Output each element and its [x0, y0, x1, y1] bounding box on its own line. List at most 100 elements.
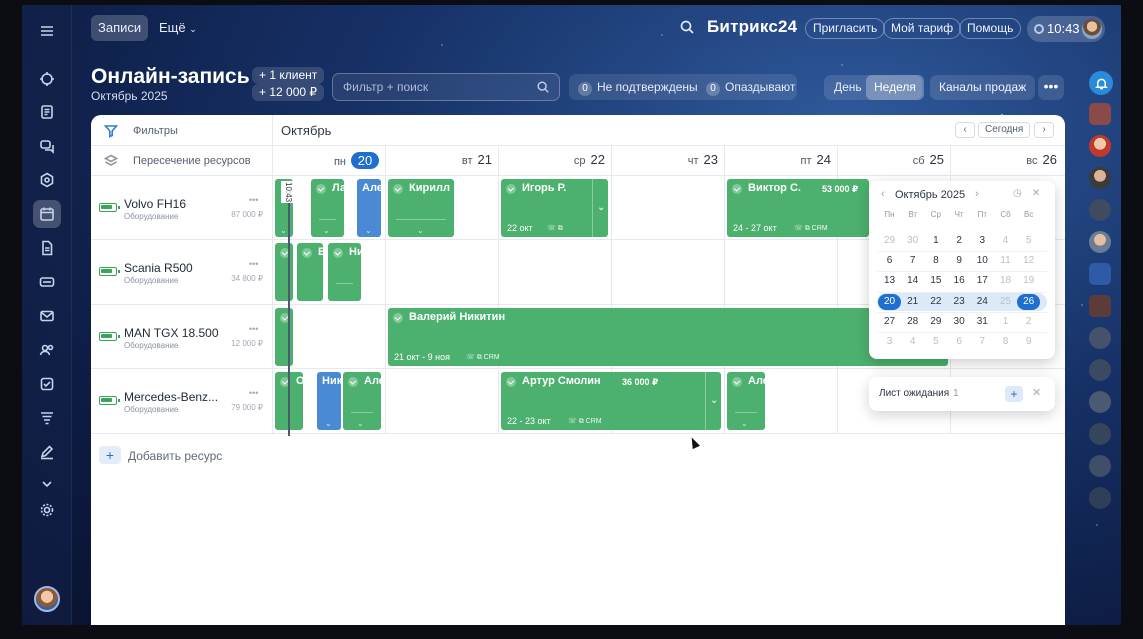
- calendar-day[interactable]: 2: [1017, 314, 1040, 330]
- chat-avatar[interactable]: [1089, 455, 1111, 477]
- more-options-button[interactable]: •••: [1038, 75, 1064, 100]
- booking-card[interactable]: Але ⌄: [357, 179, 381, 237]
- calendar-day[interactable]: 13: [878, 273, 901, 289]
- calendar-day[interactable]: 7: [971, 334, 994, 350]
- resource-menu-icon[interactable]: •••: [249, 324, 258, 334]
- feed-icon[interactable]: [33, 98, 61, 126]
- close-icon[interactable]: ✕: [1032, 188, 1040, 199]
- view-day-button[interactable]: День: [826, 75, 870, 100]
- waiting-list[interactable]: Лист ожидания 1 + ✕: [869, 377, 1055, 411]
- search-input[interactable]: Фильтр + поиск: [332, 73, 560, 101]
- filter-icon[interactable]: [103, 124, 119, 138]
- calendar-day[interactable]: 5: [1017, 233, 1040, 249]
- menu-icon[interactable]: [33, 17, 61, 45]
- calendar-day[interactable]: 28: [901, 314, 924, 330]
- booking-card[interactable]: Але ⌄: [343, 372, 381, 430]
- contacts-icon[interactable]: [33, 336, 61, 364]
- calendar-day[interactable]: 1: [924, 233, 947, 249]
- calendar-day[interactable]: 20: [878, 293, 901, 310]
- late-filter[interactable]: 0 Опаздывают: [706, 80, 795, 96]
- calendar-day[interactable]: 12: [1017, 253, 1040, 269]
- filters-label[interactable]: Фильтры: [133, 125, 178, 137]
- expand-button[interactable]: [705, 372, 721, 430]
- day-header[interactable]: сб 25: [837, 152, 950, 167]
- booking-card[interactable]: Кирилл ⌄: [388, 179, 454, 237]
- settings-icon[interactable]: [33, 496, 61, 524]
- calendar-day[interactable]: 2: [948, 233, 971, 249]
- booking-card[interactable]: [275, 308, 293, 366]
- calendar-day[interactable]: 23: [948, 294, 971, 310]
- calendar-day[interactable]: 25: [994, 294, 1017, 310]
- sales-channels-button[interactable]: Каналы продаж: [930, 75, 1036, 100]
- layers-icon[interactable]: [103, 154, 119, 168]
- day-header[interactable]: пн 20: [272, 152, 385, 169]
- waiting-list-add-button[interactable]: +: [1005, 386, 1023, 402]
- chevron-down-icon[interactable]: [33, 470, 61, 498]
- search-icon[interactable]: [679, 19, 697, 37]
- chat-avatar[interactable]: [1089, 263, 1111, 285]
- resource-menu-icon[interactable]: •••: [249, 388, 258, 398]
- unconfirmed-filter[interactable]: 0 Не подтверждены: [578, 80, 698, 96]
- calendar-day[interactable]: 3: [971, 233, 994, 249]
- calendar-day[interactable]: 18: [994, 273, 1017, 289]
- calendar-day[interactable]: 22: [924, 294, 947, 310]
- expand-button[interactable]: [592, 179, 608, 237]
- tasks-icon[interactable]: [33, 370, 61, 398]
- calendar-day[interactable]: 30: [948, 314, 971, 330]
- add-resource-button[interactable]: +: [99, 446, 121, 464]
- chevron-right-icon[interactable]: ›: [975, 188, 979, 200]
- day-header[interactable]: пт 24: [724, 152, 837, 167]
- bell-icon[interactable]: [1089, 71, 1113, 95]
- calendar-day[interactable]: 10: [971, 253, 994, 269]
- chat-avatar[interactable]: [1089, 167, 1111, 189]
- calendar-booking-icon[interactable]: [33, 200, 61, 228]
- user-avatar[interactable]: [34, 586, 60, 612]
- chat-avatar[interactable]: [1089, 327, 1111, 349]
- booking-card[interactable]: [275, 243, 293, 301]
- resource-menu-icon[interactable]: •••: [249, 195, 258, 205]
- calendar-day[interactable]: 15: [924, 273, 947, 289]
- chat-avatar[interactable]: [1089, 231, 1111, 253]
- calendar-day[interactable]: 26: [1017, 293, 1041, 310]
- booking-card[interactable]: Игорь Р. 22 окт ☏ ⧉: [501, 179, 608, 237]
- calendar-day[interactable]: 8: [924, 253, 947, 269]
- booking-card[interactable]: Виктор С. 53 000 ₽ 24 - 27 окт ☏ ⧉ CRM: [727, 179, 869, 237]
- booking-card[interactable]: Ник ⌄: [317, 372, 341, 430]
- my-plan-button[interactable]: Мой тариф: [883, 18, 962, 39]
- calendar-day[interactable]: 14: [901, 273, 924, 289]
- add-resource-label[interactable]: Добавить ресурс: [128, 449, 222, 463]
- chat-avatar[interactable]: [1089, 199, 1111, 221]
- calendar-day[interactable]: 16: [948, 273, 971, 289]
- chat-avatar[interactable]: [1089, 487, 1111, 509]
- close-icon[interactable]: ✕: [1032, 386, 1041, 399]
- calendar-day[interactable]: 6: [948, 334, 971, 350]
- chat-icon[interactable]: [33, 132, 61, 160]
- clock-icon[interactable]: ◷: [1013, 188, 1022, 199]
- calendar-day[interactable]: 17: [971, 273, 994, 289]
- tab-bookings[interactable]: Записи: [91, 15, 149, 41]
- calendar-day[interactable]: 4: [994, 233, 1017, 249]
- calendar-day[interactable]: 5: [924, 334, 947, 350]
- chat-avatar[interactable]: [1089, 359, 1111, 381]
- copilot-icon[interactable]: [33, 65, 61, 93]
- invite-button[interactable]: Пригласить: [805, 18, 886, 39]
- day-header[interactable]: ср 22: [498, 152, 611, 167]
- calendar-day[interactable]: 29: [878, 233, 901, 249]
- chat-avatar[interactable]: [1089, 103, 1111, 125]
- hexagon-icon[interactable]: [33, 166, 61, 194]
- booking-card[interactable]: Але ⌄: [727, 372, 765, 430]
- chat-avatar[interactable]: [1089, 135, 1111, 157]
- calendar-day[interactable]: 1: [994, 314, 1017, 330]
- day-header[interactable]: вс 26: [950, 152, 1063, 167]
- calendar-day[interactable]: 24: [971, 294, 994, 310]
- cash-register-icon[interactable]: [33, 268, 61, 296]
- chat-avatar[interactable]: [1089, 295, 1111, 317]
- resource-menu-icon[interactable]: •••: [249, 259, 258, 269]
- day-header[interactable]: чт 23: [611, 152, 724, 167]
- calendar-day[interactable]: 9: [1017, 334, 1040, 350]
- booking-card[interactable]: Валерий Никитин 21 окт - 9 ноя ☏ ⧉ CRM: [388, 308, 948, 366]
- resource-intersection-label[interactable]: Пересечение ресурсов: [133, 155, 251, 167]
- funnel-icon[interactable]: [33, 404, 61, 432]
- sign-icon[interactable]: [33, 438, 61, 466]
- booking-card[interactable]: В: [297, 243, 323, 301]
